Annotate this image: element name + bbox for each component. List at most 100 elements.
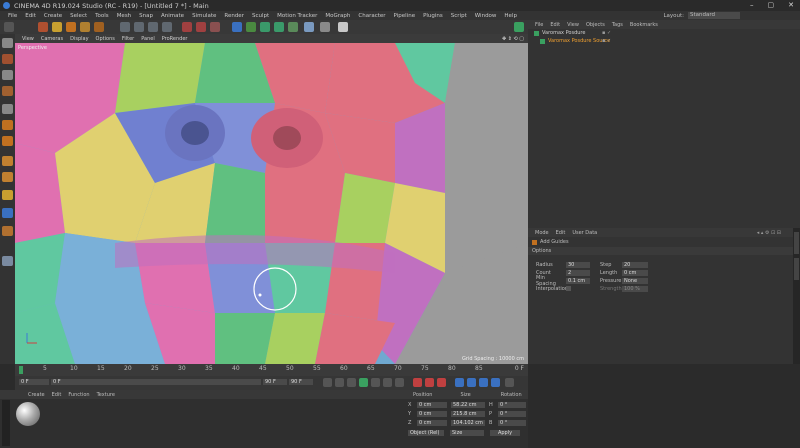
menu-plugins[interactable]: Plugins bbox=[423, 13, 443, 19]
menu-sculpt[interactable]: Sculpt bbox=[252, 13, 269, 19]
attr-menu-mode[interactable]: Mode bbox=[535, 230, 549, 236]
layout-dropdown[interactable]: Standard bbox=[688, 12, 740, 19]
previous-frame-icon[interactable] bbox=[347, 378, 356, 387]
apply-button[interactable]: Apply bbox=[490, 430, 520, 436]
menu-create[interactable]: Create bbox=[44, 13, 62, 19]
max-frame-field[interactable]: 90 F bbox=[289, 379, 313, 385]
coordinate-system-icon[interactable] bbox=[162, 22, 172, 32]
length-input[interactable]: 0 cm bbox=[622, 269, 648, 276]
points-mode-icon[interactable] bbox=[2, 104, 13, 114]
layout-switch-icon[interactable] bbox=[514, 22, 524, 32]
viewport-menu-options[interactable]: Options bbox=[96, 36, 115, 42]
workplane-icon[interactable] bbox=[2, 86, 13, 96]
minimize-button[interactable]: – bbox=[750, 1, 754, 9]
menu-animate[interactable]: Animate bbox=[161, 13, 184, 19]
rotation-track-icon[interactable] bbox=[479, 378, 488, 387]
menu-snap[interactable]: Snap bbox=[139, 13, 153, 19]
select-icon[interactable] bbox=[38, 22, 48, 32]
sculpt-icon[interactable] bbox=[2, 208, 13, 218]
go-to-start-icon[interactable] bbox=[323, 378, 332, 387]
menu-render[interactable]: Render bbox=[224, 13, 244, 19]
side-tab[interactable] bbox=[794, 258, 799, 280]
position-track-icon[interactable] bbox=[455, 378, 464, 387]
interpolation-checkbox[interactable] bbox=[566, 286, 571, 291]
menu-window[interactable]: Window bbox=[475, 13, 497, 19]
rotation-b-input[interactable]: 0 ° bbox=[498, 420, 526, 426]
polygons-mode-icon[interactable] bbox=[2, 136, 13, 146]
om-menu-bookmarks[interactable]: Bookmarks bbox=[630, 22, 658, 28]
undo-icon[interactable] bbox=[4, 22, 14, 32]
rotation-h-input[interactable]: 0 ° bbox=[498, 402, 526, 408]
deformer-icon[interactable] bbox=[288, 22, 298, 32]
object-row[interactable]: Varomax Posdure ▪ ✓ bbox=[528, 29, 800, 37]
menu-file[interactable]: File bbox=[8, 13, 17, 19]
scale-track-icon[interactable] bbox=[467, 378, 476, 387]
mat-menu-create[interactable]: Create bbox=[28, 392, 45, 398]
size-mode-dropdown[interactable]: Size bbox=[450, 430, 484, 436]
next-frame-icon[interactable] bbox=[371, 378, 380, 387]
scale-icon[interactable] bbox=[66, 22, 76, 32]
viewport-menu-view[interactable]: View bbox=[22, 36, 34, 42]
attr-nav-icons[interactable]: ◂ ▴ ⚙ ⊡ ⊟ bbox=[757, 230, 781, 236]
render-settings-icon[interactable] bbox=[210, 22, 220, 32]
menu-edit[interactable]: Edit bbox=[25, 13, 36, 19]
menu-motion-tracker[interactable]: Motion Tracker bbox=[277, 13, 317, 19]
position-x-input[interactable]: 0 cm bbox=[417, 402, 447, 408]
attr-menu-edit[interactable]: Edit bbox=[556, 230, 566, 236]
min-spacing-input[interactable]: 0.1 cm bbox=[566, 277, 590, 284]
next-key-icon[interactable] bbox=[383, 378, 392, 387]
menu-mograph[interactable]: MoGraph bbox=[325, 13, 350, 19]
enable-snap-icon[interactable] bbox=[2, 190, 13, 200]
edges-mode-icon[interactable] bbox=[2, 120, 13, 130]
previous-key-icon[interactable] bbox=[335, 378, 344, 387]
coord-mode-dropdown[interactable]: Object (Rel) bbox=[408, 430, 444, 436]
model-mode-icon[interactable] bbox=[2, 54, 13, 64]
viewport-menu-panel[interactable]: Panel bbox=[141, 36, 155, 42]
cube-icon[interactable] bbox=[232, 22, 242, 32]
radius-input[interactable]: 30 bbox=[566, 261, 590, 268]
viewport-menu-display[interactable]: Display bbox=[70, 36, 88, 42]
autokey-icon[interactable] bbox=[425, 378, 434, 387]
close-button[interactable]: ✕ bbox=[788, 1, 794, 9]
step-input[interactable]: 20 bbox=[622, 261, 648, 268]
timeline-icon[interactable] bbox=[505, 378, 514, 387]
mat-menu-edit[interactable]: Edit bbox=[52, 392, 62, 398]
menu-help[interactable]: Help bbox=[504, 13, 517, 19]
viewport-perspective[interactable]: Perspective Grid Spacing : 10000 cm bbox=[15, 43, 528, 364]
menu-mesh[interactable]: Mesh bbox=[117, 13, 131, 19]
rotation-p-input[interactable]: 0 ° bbox=[498, 411, 526, 417]
tweak-mode-icon[interactable] bbox=[2, 172, 13, 182]
om-menu-edit[interactable]: Edit bbox=[550, 22, 560, 28]
rotate-icon[interactable] bbox=[80, 22, 90, 32]
count-input[interactable]: 2 bbox=[566, 269, 590, 276]
menu-character[interactable]: Character bbox=[358, 13, 385, 19]
x-axis-icon[interactable] bbox=[120, 22, 130, 32]
playhead[interactable] bbox=[19, 366, 23, 374]
viewport-nav-icons[interactable]: ✥ ⇕ ⟲ ▢ bbox=[502, 36, 524, 42]
array-icon[interactable] bbox=[274, 22, 284, 32]
menu-tools[interactable]: Tools bbox=[95, 13, 109, 19]
end-frame-field[interactable]: 90 F bbox=[263, 379, 287, 385]
layout-selector[interactable]: Layout: Standard bbox=[663, 11, 740, 20]
render-picture-viewer-icon[interactable] bbox=[196, 22, 206, 32]
light-icon[interactable] bbox=[338, 22, 348, 32]
viewport-menu-cameras[interactable]: Cameras bbox=[41, 36, 63, 42]
size-z-input[interactable]: 104.102 cm bbox=[451, 420, 485, 426]
visibility-icon[interactable]: ▪ ✓ bbox=[602, 30, 611, 36]
play-icon[interactable] bbox=[359, 378, 368, 387]
current-frame-field[interactable]: 0 F bbox=[51, 379, 261, 385]
menu-pipeline[interactable]: Pipeline bbox=[394, 13, 416, 19]
visibility-icon[interactable]: ▪ ✓ bbox=[602, 38, 611, 44]
timeline-ruler[interactable]: 5 10 15 20 25 30 35 40 45 50 55 60 65 70… bbox=[15, 364, 528, 376]
go-to-end-icon[interactable] bbox=[395, 378, 404, 387]
record-active-icon[interactable] bbox=[413, 378, 422, 387]
menu-simulate[interactable]: Simulate bbox=[192, 13, 216, 19]
size-y-input[interactable]: 215.8 cm bbox=[451, 411, 485, 417]
om-menu-objects[interactable]: Objects bbox=[586, 22, 605, 28]
object-name[interactable]: Varomax Posdure bbox=[542, 30, 585, 36]
mat-menu-function[interactable]: Function bbox=[68, 392, 89, 398]
solo-icon[interactable] bbox=[2, 256, 13, 266]
keyframe-selection-icon[interactable] bbox=[437, 378, 446, 387]
material-swatch[interactable] bbox=[16, 402, 40, 426]
menu-script[interactable]: Script bbox=[451, 13, 467, 19]
